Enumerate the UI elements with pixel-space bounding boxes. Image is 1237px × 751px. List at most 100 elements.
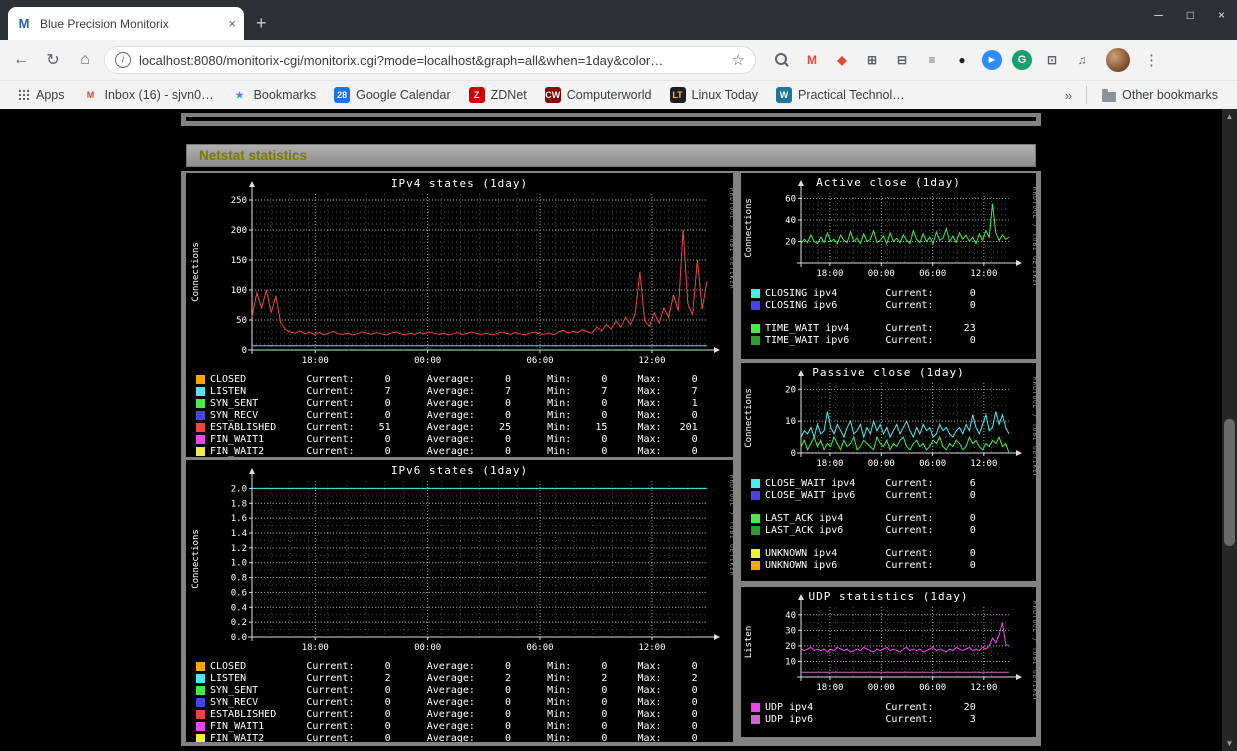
scrollbar-thumb[interactable] <box>1224 419 1235 546</box>
maximize-button[interactable]: □ <box>1187 8 1194 22</box>
svg-text:0.8: 0.8 <box>231 574 247 584</box>
legend-swatch <box>751 300 760 310</box>
legend-swatch <box>751 323 760 333</box>
bookmark-bookmarks[interactable]: ★ Bookmarks <box>223 84 326 106</box>
graph-legend-udp-statistics: UDP ipv4 Current: 20 UDP ipv6 Current: 3 <box>741 701 1036 725</box>
legend-text: UNKNOWN ipv6 Current: 0 <box>765 559 976 571</box>
stack-extension-icon[interactable]: ≡ <box>922 50 942 70</box>
legend-row: LAST_ACK ipv4 Current: 0 <box>741 512 1036 524</box>
playlist-extension-icon[interactable]: ♫ <box>1072 50 1092 70</box>
svg-text:50: 50 <box>236 316 247 326</box>
scrollbar-down-button[interactable]: ▼ <box>1222 736 1237 751</box>
svg-text:1.6: 1.6 <box>231 514 247 524</box>
legend-swatch <box>751 288 760 298</box>
svg-text:1.4: 1.4 <box>231 529 247 539</box>
graph-image-udp-statistics[interactable]: UDP statistics (1day) 10 20 30 40 18:00 00:00 0… <box>741 587 1036 699</box>
graph-image-active-close[interactable]: Active close (1day) 20 40 60 18:00 00:00 06:00… <box>741 173 1036 285</box>
graph-image-ipv4-states[interactable]: IPv4 states (1day) 0 50 100 150 200 250 18:00 00… <box>186 173 733 371</box>
zoom-extension-icon[interactable]: ► <box>982 50 1002 70</box>
svg-text:10: 10 <box>785 417 796 427</box>
legend-text: UNKNOWN ipv4 Current: 0 <box>765 547 976 559</box>
back-button[interactable]: ← <box>8 51 34 69</box>
legend-swatch <box>196 697 205 707</box>
legend-row: UNKNOWN ipv4 Current: 0 <box>741 547 1036 559</box>
bookmark-google-calendar[interactable]: 28 Google Calendar <box>325 84 460 106</box>
svg-text:18:00: 18:00 <box>302 643 329 653</box>
legend-swatch <box>196 733 205 742</box>
reload-button[interactable]: ↻ <box>40 50 66 70</box>
svg-text:Listen: Listen <box>744 626 754 659</box>
grammarly-extension-icon[interactable]: G <box>1012 50 1032 70</box>
legend-swatch <box>751 548 760 558</box>
graph-panel-passive-close[interactable]: Passive close (1day) 0 10 20 18:00 00:00 06:00… <box>741 363 1036 581</box>
graph-panel-ipv4-states[interactable]: IPv4 states (1day) 0 50 100 150 200 250 18:00 00… <box>186 173 733 457</box>
legend-swatch <box>196 386 205 396</box>
graph-image-ipv6-states[interactable]: IPv6 states (1day) 0.0 0.2 0.4 0.6 0.8 1.0 1.2 1… <box>186 460 733 658</box>
tabs-extension-icon[interactable]: ⊟ <box>892 50 912 70</box>
svg-text:18:00: 18:00 <box>302 356 329 366</box>
minimize-button[interactable]: ─ <box>1154 8 1163 22</box>
bookmark-inbox[interactable]: M Inbox (16) - sjvn0… <box>74 84 223 106</box>
svg-text:Active close (1day): Active close (1day) <box>816 176 961 189</box>
bookmarks-overflow-chevron[interactable]: » <box>1057 88 1080 103</box>
svg-text:60: 60 <box>785 194 796 204</box>
search-extension-icon[interactable] <box>772 50 792 70</box>
legend-swatch <box>751 560 760 570</box>
bookmark-zdnet[interactable]: Z ZDNet <box>460 84 536 106</box>
legend-text: LISTEN Current: 7 Average: 7 Min: 7 Max:… <box>210 385 698 397</box>
svg-text:IPv6 states (1day): IPv6 states (1day) <box>391 464 528 477</box>
home-button[interactable]: ⌂ <box>72 51 98 69</box>
legend-swatch <box>196 434 205 444</box>
legend-row: CLOSE_WAIT ipv6 Current: 0 <box>741 489 1036 501</box>
svg-text:18:00: 18:00 <box>816 459 843 469</box>
legend-swatch <box>751 702 760 712</box>
svg-text:Connections: Connections <box>744 198 754 258</box>
svg-text:00:00: 00:00 <box>414 356 441 366</box>
graph-panel-active-close[interactable]: Active close (1day) 20 40 60 18:00 00:00 06:00… <box>741 173 1036 359</box>
puzzle-extension-icon[interactable]: ⊡ <box>1042 50 1062 70</box>
graph-panel-udp-statistics[interactable]: UDP statistics (1day) 10 20 30 40 18:00 00:00 0… <box>741 587 1036 737</box>
bookmark-zdnet-icon: Z <box>468 87 485 103</box>
gmail-extension-icon[interactable]: M <box>802 50 822 70</box>
page-info-icon[interactable]: i <box>115 52 131 68</box>
legend-row: FIN_WAIT2 Current: 0 Average: 0 Min: 0 M… <box>186 445 733 457</box>
legend-row: CLOSED Current: 0 Average: 0 Min: 0 Max:… <box>186 660 733 672</box>
svg-text:RRDTOOL / TOBI OETIKER: RRDTOOL / TOBI OETIKER <box>1031 187 1036 285</box>
profile-avatar[interactable] <box>1106 48 1130 72</box>
bookmarks-list: Apps M Inbox (16) - sjvn0… ★ Bookmarks 28 Goog… <box>10 84 914 106</box>
svg-text:Connections: Connections <box>191 529 201 589</box>
legend-text: SYN_RECV Current: 0 Average: 0 Min: 0 Ma… <box>210 696 698 708</box>
bookmark-star-icon[interactable]: ☆ <box>732 51 745 69</box>
vertical-scrollbar[interactable]: ▲ ▼ <box>1222 109 1237 751</box>
bookmark-practical-technology[interactable]: W Practical Technol… <box>767 84 914 106</box>
legend-row: UNKNOWN ipv6 Current: 0 <box>741 559 1036 571</box>
bookmark-linux-today[interactable]: LT Linux Today <box>661 84 768 106</box>
copy-extension-icon[interactable]: ⊞ <box>862 50 882 70</box>
close-button[interactable]: × <box>1218 8 1225 22</box>
bookmark-computerworld[interactable]: CW Computerworld <box>536 84 661 106</box>
tab-close-icon[interactable]: × <box>228 16 236 31</box>
svg-text:06:00: 06:00 <box>919 459 946 469</box>
svg-text:40: 40 <box>785 611 796 621</box>
bookmark-linux-today-icon: LT <box>669 87 686 103</box>
graph-panel-ipv6-states[interactable]: IPv6 states (1day) 0.0 0.2 0.4 0.6 0.8 1.0 1.2 1… <box>186 460 733 742</box>
browser-tab[interactable]: M Blue Precision Monitorix × <box>8 7 244 40</box>
legend-text: CLOSING ipv6 Current: 0 <box>765 299 976 311</box>
legend-text: FIN_WAIT1 Current: 0 Average: 0 Min: 0 M… <box>210 433 698 445</box>
legend-row: TIME_WAIT ipv4 Current: 23 <box>741 322 1036 334</box>
new-tab-button[interactable]: + <box>256 14 267 32</box>
url-text[interactable]: localhost:8080/monitorix-cgi/monitorix.c… <box>139 53 724 68</box>
address-bar[interactable]: i localhost:8080/monitorix-cgi/monitorix… <box>104 46 756 74</box>
legend-text: UDP ipv4 Current: 20 <box>765 701 976 713</box>
bookmark-inbox-icon: M <box>86 90 95 100</box>
svg-text:12:00: 12:00 <box>638 643 665 653</box>
bookmark-apps[interactable]: Apps <box>10 85 74 105</box>
section-title: Netstat statistics <box>199 148 308 163</box>
lock-extension-icon[interactable]: ● <box>952 50 972 70</box>
pin-extension-icon[interactable]: ◆ <box>832 50 852 70</box>
browser-menu-icon[interactable]: ⋮ <box>1144 51 1159 69</box>
graph-image-passive-close[interactable]: Passive close (1day) 0 10 20 18:00 00:00 06:00… <box>741 363 1036 475</box>
legend-swatch <box>196 661 205 671</box>
scrollbar-up-button[interactable]: ▲ <box>1222 109 1237 124</box>
bookmark-other-bookmarks[interactable]: Other bookmarks <box>1093 85 1227 105</box>
